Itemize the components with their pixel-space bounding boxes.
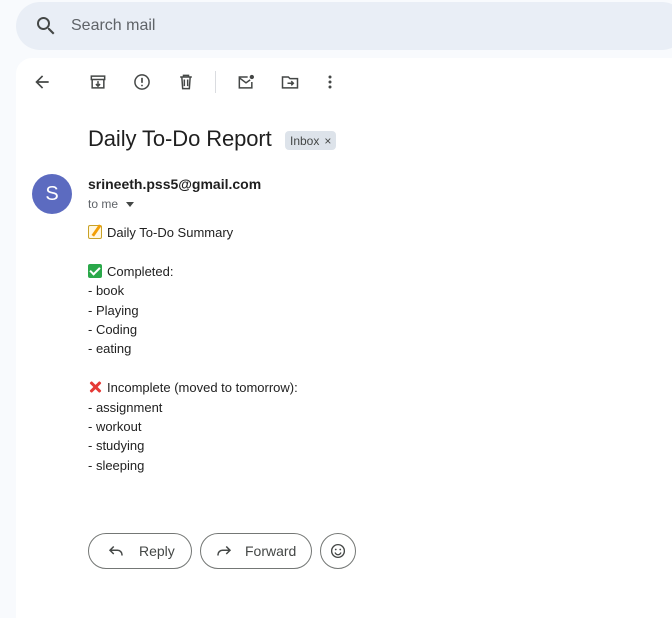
- completed-heading: Completed:: [107, 263, 174, 279]
- body-line: Completed:: [88, 262, 298, 281]
- forward-icon: [217, 545, 232, 556]
- more-vert-icon[interactable]: [318, 70, 342, 94]
- completed-item: - eating: [88, 341, 132, 357]
- avatar[interactable]: S: [32, 174, 72, 214]
- incomplete-heading: Incomplete (moved to tomorrow):: [107, 380, 298, 396]
- remove-label-icon[interactable]: ×: [324, 134, 331, 148]
- check-mark-icon: [88, 263, 102, 278]
- reply-icon: [108, 545, 123, 556]
- archive-icon[interactable]: [86, 70, 110, 94]
- body-line: Incomplete (moved to tomorrow):: [88, 378, 298, 397]
- delete-icon[interactable]: [174, 70, 198, 94]
- sender-email[interactable]: srineeth.pss5@gmail.com: [88, 176, 261, 192]
- email-panel: Daily To-Do Report Inbox × S srineeth.ps…: [16, 58, 672, 618]
- forward-label: Forward: [245, 543, 297, 559]
- cross-mark-icon: [88, 380, 102, 394]
- report-spam-icon[interactable]: [130, 70, 154, 94]
- chevron-down-icon[interactable]: [126, 201, 135, 207]
- mark-unread-icon[interactable]: [234, 70, 258, 94]
- recipient-details[interactable]: to me: [88, 197, 135, 211]
- toolbar-divider: [215, 71, 216, 93]
- label-text: Inbox: [290, 133, 320, 148]
- search-input[interactable]: [71, 14, 571, 38]
- reply-label: Reply: [139, 543, 175, 559]
- incomplete-item: - studying: [88, 438, 145, 454]
- recipient-label: to me: [88, 197, 119, 211]
- body-line: Daily To-Do Summary: [88, 223, 298, 242]
- back-arrow-icon[interactable]: [30, 70, 54, 94]
- search-bar[interactable]: [16, 2, 672, 50]
- summary-heading: Daily To-Do Summary: [107, 225, 234, 240]
- inbox-label-chip[interactable]: Inbox ×: [285, 131, 337, 150]
- reply-button[interactable]: Reply: [88, 533, 192, 569]
- completed-item: - book: [88, 283, 125, 299]
- move-to-icon[interactable]: [278, 70, 302, 94]
- completed-item: - Playing: [88, 302, 139, 318]
- email-body: Daily To-Do Summary Completed: - book - …: [88, 223, 298, 475]
- memo-icon: [88, 225, 102, 239]
- forward-button[interactable]: Forward: [200, 533, 312, 569]
- incomplete-item: - assignment: [88, 399, 163, 415]
- emoji-reaction-button[interactable]: [320, 533, 356, 569]
- incomplete-item: - sleeping: [88, 457, 145, 473]
- completed-item: - Coding: [88, 322, 138, 338]
- smiley-icon: [330, 543, 346, 559]
- search-icon[interactable]: [34, 14, 58, 38]
- incomplete-item: - workout: [88, 419, 142, 435]
- email-subject: Daily To-Do Report: [88, 126, 272, 151]
